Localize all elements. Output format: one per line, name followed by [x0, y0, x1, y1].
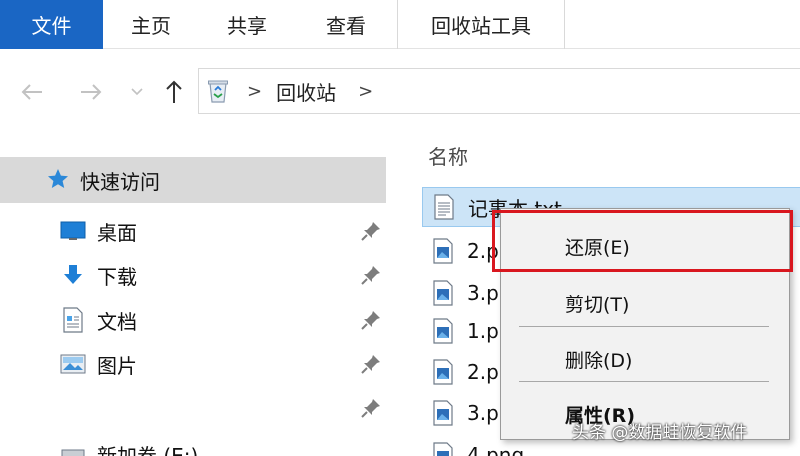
tab-file[interactable]: 文件 [0, 0, 103, 49]
star-icon [48, 169, 68, 188]
menu-item-label: 剪切(T) [565, 293, 630, 316]
download-icon [60, 262, 86, 288]
nav-item-documents[interactable]: 文档 [0, 298, 386, 342]
navigation-pane: 快速访问 桌面 下载 文档 图片 新加卷 (E:) [0, 137, 400, 456]
image-file-icon [433, 400, 453, 426]
tab-recycle-bin-tools[interactable]: 回收站工具 [397, 0, 565, 49]
breadcrumb-chevron[interactable]: > [358, 81, 373, 102]
arrow-right-icon [81, 84, 102, 100]
tab-view[interactable]: 查看 [295, 0, 397, 49]
address-bar[interactable]: > 回收站 > [198, 68, 800, 114]
nav-item-pictures[interactable]: 图片 [0, 342, 386, 386]
restore-highlight-box [492, 210, 793, 272]
desktop-icon [60, 218, 86, 244]
breadcrumb-separator[interactable]: > [247, 81, 262, 102]
menu-separator [519, 326, 769, 327]
pin-icon[interactable] [360, 264, 382, 286]
pin-icon[interactable] [360, 397, 382, 419]
pin-icon[interactable] [360, 309, 382, 331]
nav-item-label: 桌面 [97, 220, 137, 245]
address-row: > 回收站 > [0, 49, 800, 137]
forward-button[interactable] [76, 77, 106, 107]
document-icon [60, 307, 86, 333]
nav-item-desktop[interactable]: 桌面 [0, 209, 386, 253]
nav-item-label: 新加卷 (E:) [97, 443, 199, 456]
drive-icon [60, 441, 86, 456]
image-file-icon [433, 318, 453, 344]
tab-home[interactable]: 主页 [103, 0, 199, 49]
image-file-icon [433, 238, 453, 264]
pin-icon[interactable] [360, 220, 382, 242]
image-file-icon [433, 280, 453, 306]
delete-menu-item[interactable]: 删除(D) [501, 339, 791, 379]
cut-menu-item[interactable]: 剪切(T) [501, 283, 791, 323]
column-header-name[interactable]: 名称 [428, 141, 468, 170]
nav-item-pinned-folder[interactable] [0, 386, 386, 430]
chevron-down-icon [131, 88, 143, 96]
back-button[interactable] [17, 77, 47, 107]
arrow-left-icon [21, 84, 42, 100]
image-file-icon [433, 359, 453, 385]
pictures-icon [60, 351, 86, 377]
up-button[interactable] [159, 77, 189, 107]
text-file-icon [434, 194, 454, 220]
nav-item-label: 文档 [97, 309, 137, 334]
pin-icon[interactable] [360, 353, 382, 375]
recycle-bin-icon [207, 78, 231, 104]
nav-item-volume-e[interactable]: 新加卷 (E:) [0, 432, 386, 456]
nav-item-downloads[interactable]: 下载 [0, 253, 386, 297]
menu-separator [519, 381, 769, 382]
menu-item-label: 删除(D) [565, 349, 633, 372]
tab-share[interactable]: 共享 [199, 0, 295, 49]
breadcrumb-recycle-bin[interactable]: 回收站 [276, 77, 336, 106]
quick-access-label: 快速访问 [80, 169, 160, 194]
nav-item-label: 图片 [97, 353, 137, 378]
quick-access-item[interactable]: 快速访问 [0, 157, 386, 203]
watermark-text: 头条 @数据蛙恢复软件 [572, 423, 748, 443]
recent-locations-button[interactable] [122, 77, 152, 107]
image-file-icon [433, 442, 453, 456]
arrow-up-icon [166, 80, 182, 103]
ribbon-tabs: 文件 主页 共享 查看 回收站工具 [0, 0, 800, 49]
file-name: 4.png [467, 443, 525, 456]
nav-item-label: 下载 [97, 264, 137, 289]
